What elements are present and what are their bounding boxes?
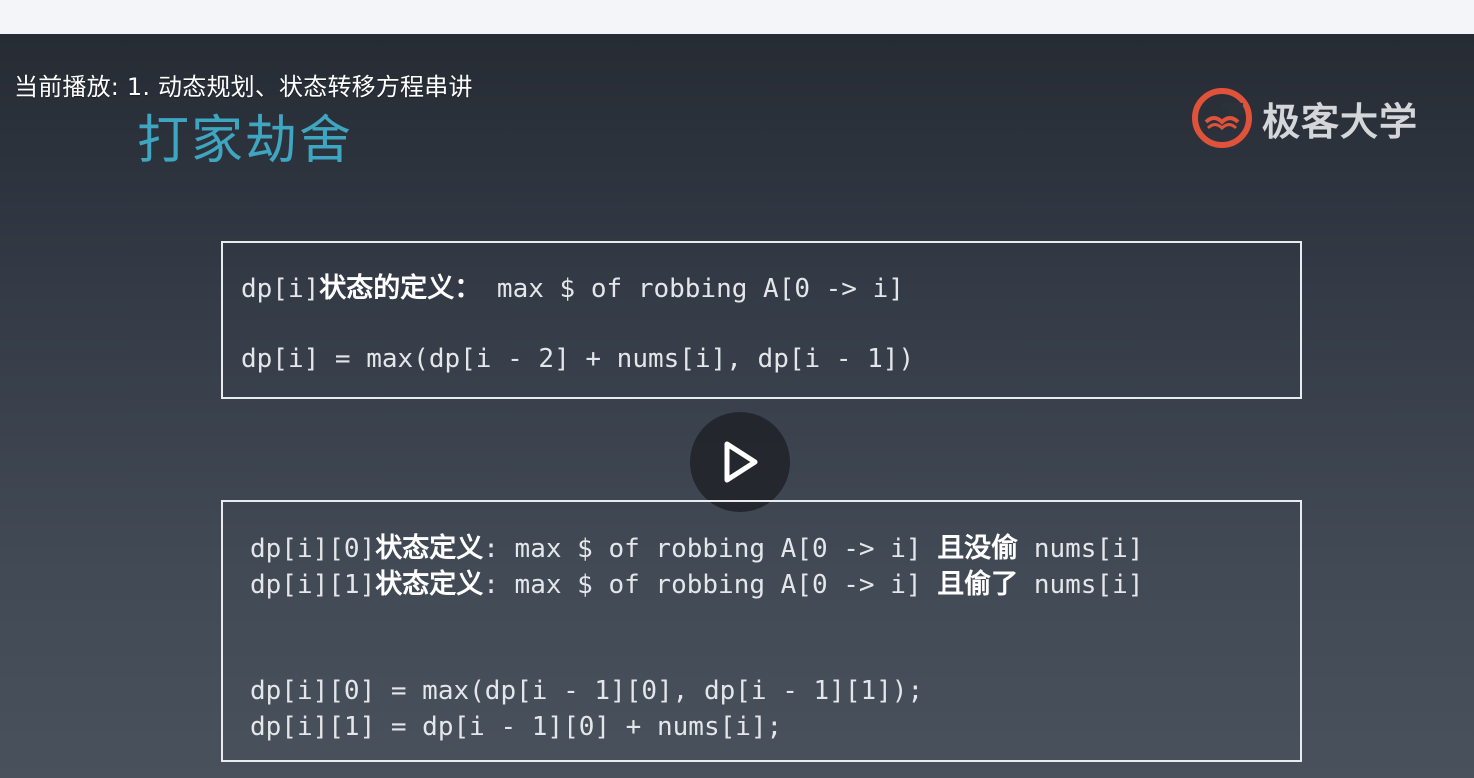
geek-university-logo-icon [1192,88,1252,148]
brand-logo: 极客大学 [1190,86,1418,150]
code-text: : max $ of robbing A[0 -> i] [483,534,938,564]
code-line-state-not-robbed: dp[i][0]状态定义: max $ of robbing A[0 -> i]… [250,535,1143,562]
code-zh-text: 且偷了 [937,569,1019,600]
play-button[interactable] [690,412,790,512]
code-text: nums[i] [1018,570,1144,600]
code-line-transition: dp[i] = max(dp[i - 2] + nums[i], dp[i - … [241,344,915,374]
code-line-transition-not-robbed: dp[i][0] = max(dp[i - 1][0], dp[i - 1][1… [250,676,924,706]
code-line-state-robbed: dp[i][1]状态定义: max $ of robbing A[0 -> i]… [250,571,1143,598]
brand-name: 极客大学 [1262,99,1419,144]
top-bar [0,0,1474,34]
code-zh-text: 且没偷 [937,533,1019,564]
code-text: dp[i] [241,274,320,304]
code-text: nums[i] [1018,534,1144,564]
play-icon [724,441,758,483]
code-line-transition-robbed: dp[i][1] = dp[i - 1][0] + nums[i]; [250,712,783,742]
video-player[interactable]: 当前播放: 1. 动态规划、状态转移方程串讲 打家劫舍 极客大学 dp[i]状态… [0,34,1474,778]
slide-title: 打家劫舍 [137,111,354,171]
code-text: dp[i][0] [250,534,376,564]
code-text: dp[i][1] [250,570,376,600]
now-playing-label: 当前播放: 1. 动态规划、状态转移方程串讲 [14,73,473,101]
code-box-single-state: dp[i]状态的定义： max $ of robbing A[0 -> i] d… [221,241,1302,399]
code-line-state-definition: dp[i]状态的定义： max $ of robbing A[0 -> i] [241,275,904,302]
code-zh-text: 状态的定义： [319,273,482,304]
code-text: : max $ of robbing A[0 -> i] [483,570,938,600]
code-zh-text: 状态定义 [375,569,484,600]
code-text: max $ of robbing A[0 -> i] [481,274,904,304]
code-box-two-dim-state: dp[i][0]状态定义: max $ of robbing A[0 -> i]… [221,500,1302,762]
code-zh-text: 状态定义 [375,533,484,564]
page: 当前播放: 1. 动态规划、状态转移方程串讲 打家劫舍 极客大学 dp[i]状态… [0,0,1474,778]
